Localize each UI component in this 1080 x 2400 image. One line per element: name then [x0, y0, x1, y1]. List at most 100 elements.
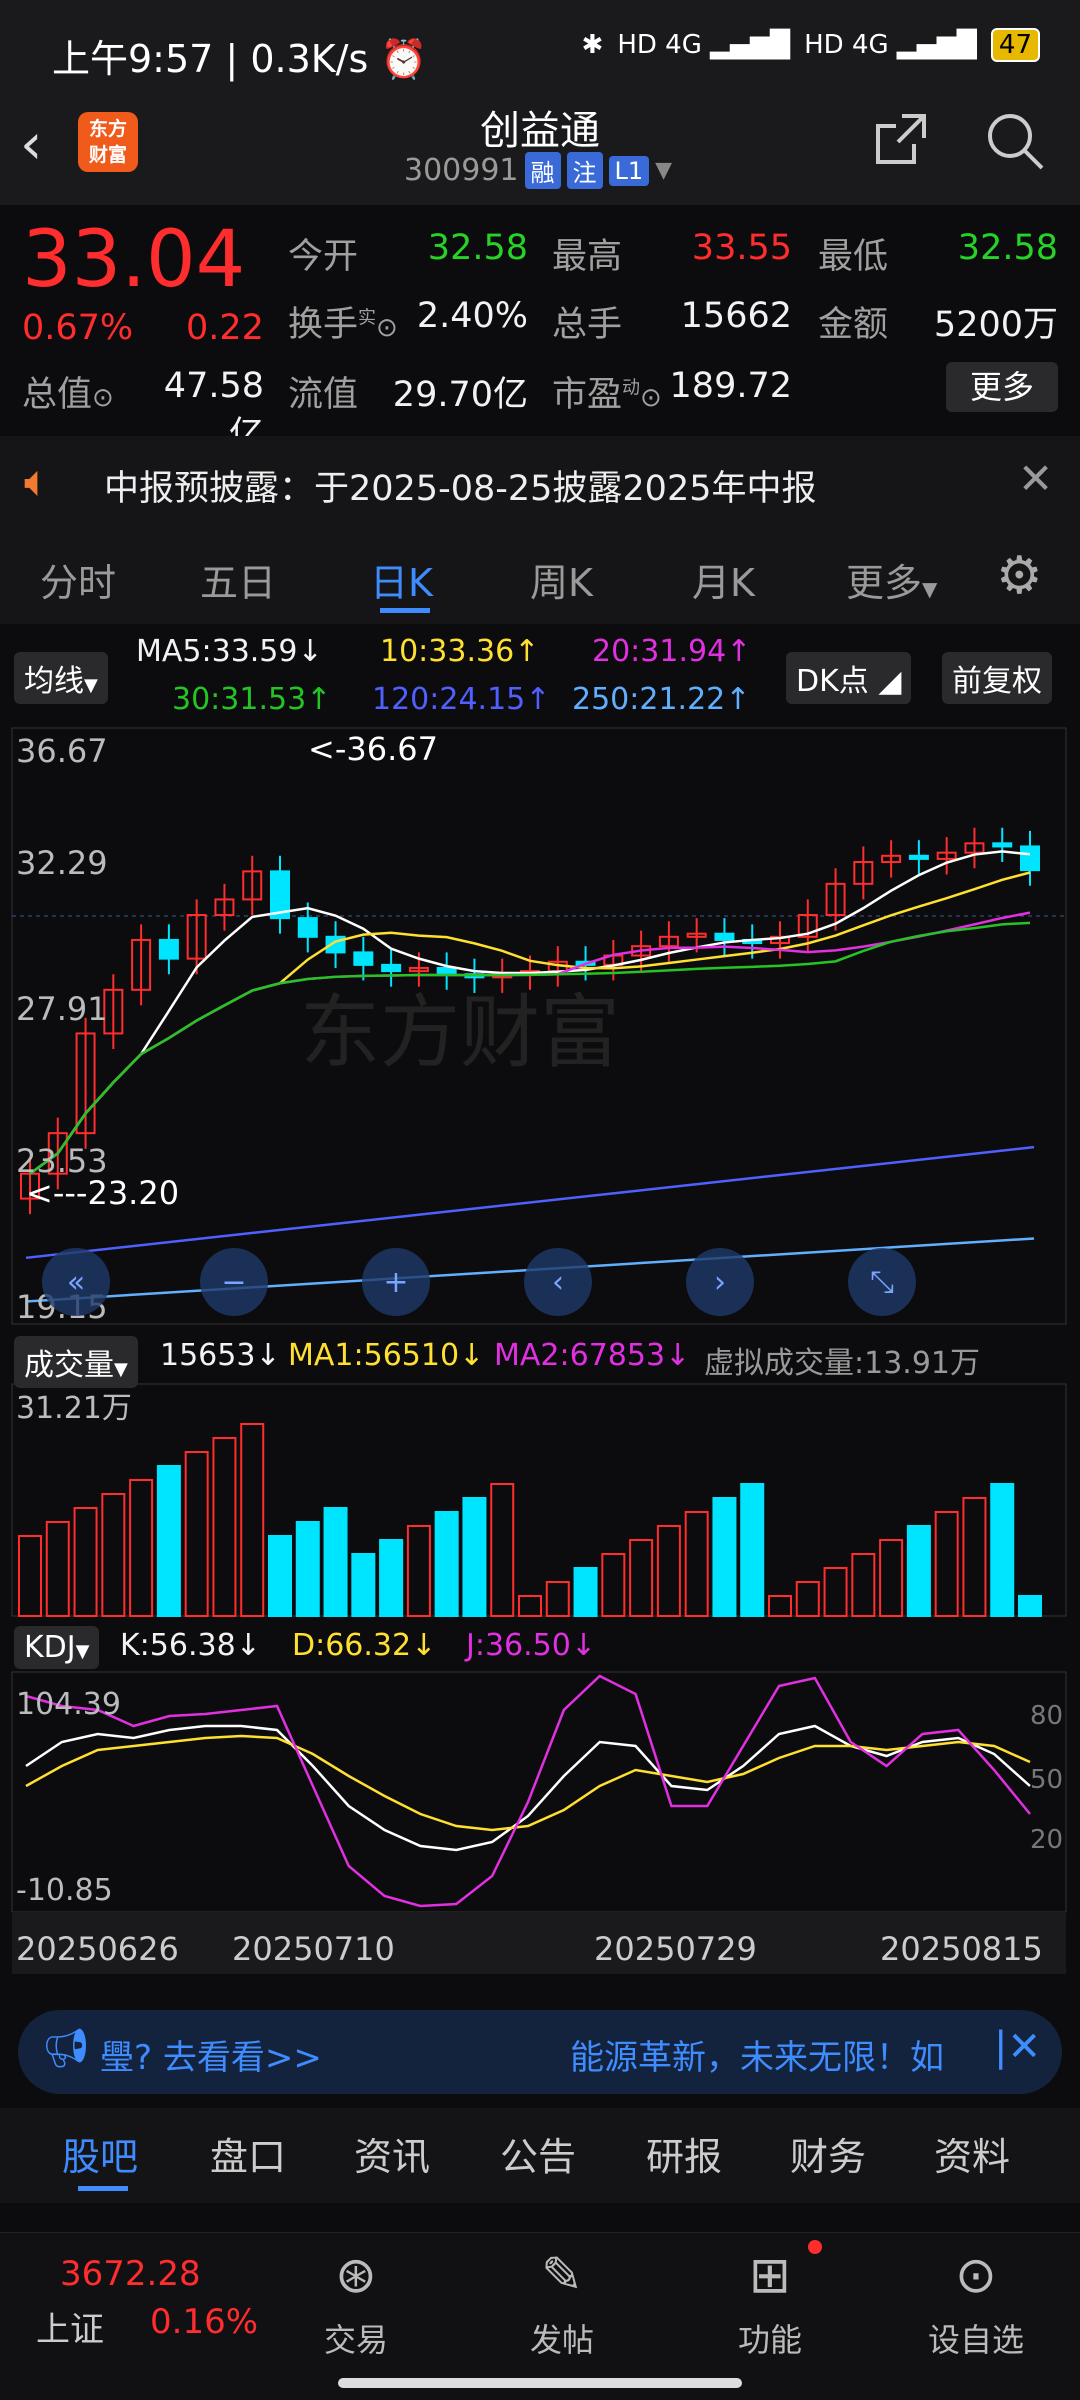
- zoom-controls: [42, 1248, 916, 1316]
- float-value: 29.70亿: [392, 375, 528, 415]
- volume-max-label: 31.21万: [16, 1391, 132, 1426]
- volume-bar: [490, 1483, 515, 1617]
- more-button[interactable]: 更多: [946, 362, 1058, 412]
- tab-monthly-k[interactable]: 月K: [692, 552, 755, 607]
- banner-left-text[interactable]: 璺? 去看看>>: [100, 2030, 322, 2079]
- chevron-down-icon[interactable]: ▼: [655, 158, 672, 183]
- svg-text:‹: ‹: [552, 1265, 564, 1300]
- tab-profile[interactable]: 资料: [934, 2126, 1010, 2181]
- volume-bar: [406, 1525, 431, 1617]
- volume-bar: [934, 1511, 959, 1617]
- kdj-20-label: 20: [1030, 1825, 1063, 1855]
- notice-text[interactable]: 中报预披露：于2025-08-25披露2025年中报: [104, 460, 816, 511]
- banner-close-icon[interactable]: |✕: [994, 2024, 1041, 2070]
- function-button[interactable]: 功能: [700, 2315, 840, 2361]
- notification-dot: [808, 2240, 822, 2254]
- volume-bar: [101, 1493, 126, 1617]
- amount-label: 金额: [818, 305, 889, 345]
- watermark: 东方财富: [300, 986, 620, 1079]
- candle-body: [714, 932, 735, 941]
- stock-code-row: 300991 融 注 L1 ▼: [404, 152, 672, 189]
- stock-code: 300991: [404, 153, 519, 188]
- kdj-selector[interactable]: KDJ▼: [14, 1626, 100, 1669]
- volume-bar: [851, 1553, 876, 1617]
- tab-daily-k[interactable]: 日K: [370, 552, 433, 607]
- add-favorite-button[interactable]: 设自选: [906, 2315, 1046, 2361]
- dk-point-button[interactable]: DK点 ◢: [786, 652, 912, 704]
- ma5-indicator: MA5:33.59↓: [136, 634, 323, 669]
- volume-bar: [323, 1507, 348, 1617]
- low-label: 最低: [818, 237, 889, 277]
- candle-body: [992, 842, 1013, 848]
- tab-weekly-k[interactable]: 周K: [530, 552, 593, 607]
- adjust-button[interactable]: 前复权: [942, 652, 1052, 704]
- megaphone-icon: 📢︎: [42, 2026, 91, 2070]
- tab-guba[interactable]: 股吧: [62, 2126, 138, 2181]
- gear-icon[interactable]: ⚙: [996, 546, 1043, 606]
- post-button[interactable]: 发帖: [492, 2315, 632, 2361]
- trade-button[interactable]: 交易: [286, 2315, 426, 2361]
- share-icon[interactable]: [872, 110, 930, 168]
- speaker-icon: 🔈︎: [24, 456, 51, 507]
- more-dots-icon[interactable]: ⊙: [906, 2246, 1046, 2304]
- tab-finance[interactable]: 财务: [790, 2126, 866, 2181]
- tab-news[interactable]: 资讯: [354, 2126, 430, 2181]
- volume-bar: [295, 1521, 320, 1617]
- function-icon[interactable]: ⊞: [700, 2246, 840, 2304]
- volume-bar: [73, 1507, 98, 1617]
- kdj-max-label: 104.39: [16, 1687, 121, 1722]
- svg-text:›: ›: [714, 1265, 726, 1300]
- last-price: 33.04: [22, 215, 246, 305]
- volume-bar: [518, 1595, 542, 1617]
- volume-bar: [629, 1539, 654, 1617]
- ma20-indicator: 20:31.94↑: [592, 634, 752, 669]
- kdj-min-label: -10.85: [16, 1873, 113, 1908]
- volume-label: 总手: [552, 305, 623, 345]
- volume-bar: [379, 1539, 404, 1617]
- candle-body: [381, 963, 402, 973]
- info-icon[interactable]: ⊙: [376, 313, 398, 343]
- ma-selector[interactable]: 均线▼: [14, 652, 108, 704]
- virtual-volume: 虚拟成交量:13.91万: [704, 1346, 980, 1381]
- volume-value: 15662: [680, 296, 792, 336]
- tab-announcement[interactable]: 公告: [500, 2126, 576, 2181]
- search-icon[interactable]: [984, 110, 1046, 172]
- volume-ma1: MA1:56510↓: [288, 1338, 485, 1373]
- status-icons: ✱ HD 4G ▂▄▆█ HD 4G ▂▄▆█ 47: [582, 28, 1040, 62]
- volume-bar: [712, 1497, 737, 1617]
- y-label-3: 27.91: [16, 990, 108, 1028]
- volume-bar: [212, 1437, 237, 1617]
- pe-label: 市盈动⊙: [552, 375, 662, 415]
- volume-bar: [240, 1423, 265, 1617]
- tab-pankou[interactable]: 盘口: [210, 2126, 286, 2181]
- open-label: 今开: [288, 237, 359, 277]
- signal-icon: HD 4G ▂▄▆█: [617, 30, 791, 60]
- kdj-line: [25, 1724, 1031, 1852]
- date-label-3: 20250729: [594, 1930, 757, 1968]
- trade-icon[interactable]: ⊛: [286, 2246, 426, 2304]
- tab-five-day[interactable]: 五日: [200, 552, 276, 607]
- tab-research[interactable]: 研报: [646, 2126, 722, 2181]
- tab-more[interactable]: 更多▼: [846, 552, 937, 607]
- kdj-50-label: 50: [1030, 1765, 1063, 1795]
- battery-icon: 47: [990, 28, 1040, 62]
- info-icon[interactable]: ⊙: [640, 383, 662, 413]
- volume-selector[interactable]: 成交量▼: [14, 1336, 138, 1388]
- turnover-label: 换手实⊙: [288, 305, 398, 345]
- banner-right-text[interactable]: 能源革新，未来无限！如: [570, 2030, 964, 2079]
- volume-bar: [434, 1511, 459, 1617]
- volume-bar: [768, 1595, 792, 1617]
- index-value[interactable]: 3672.28: [60, 2254, 201, 2294]
- tab-intraday[interactable]: 分时: [40, 552, 116, 607]
- close-icon[interactable]: ✕: [1018, 454, 1053, 503]
- volume-bar: [656, 1525, 681, 1617]
- post-icon[interactable]: ✎: [492, 2246, 632, 2304]
- svg-text:⤡: ⤡: [870, 1265, 894, 1300]
- ma30-indicator: 30:31.53↑: [172, 682, 332, 717]
- info-icon[interactable]: ⊙: [92, 383, 114, 413]
- high-label: 最高: [552, 237, 623, 277]
- info-tab-indicator: [78, 2186, 128, 2191]
- y-label-2: 32.29: [16, 844, 108, 882]
- volume-bar: [990, 1483, 1015, 1617]
- date-label-4: 20250815: [880, 1930, 1043, 1968]
